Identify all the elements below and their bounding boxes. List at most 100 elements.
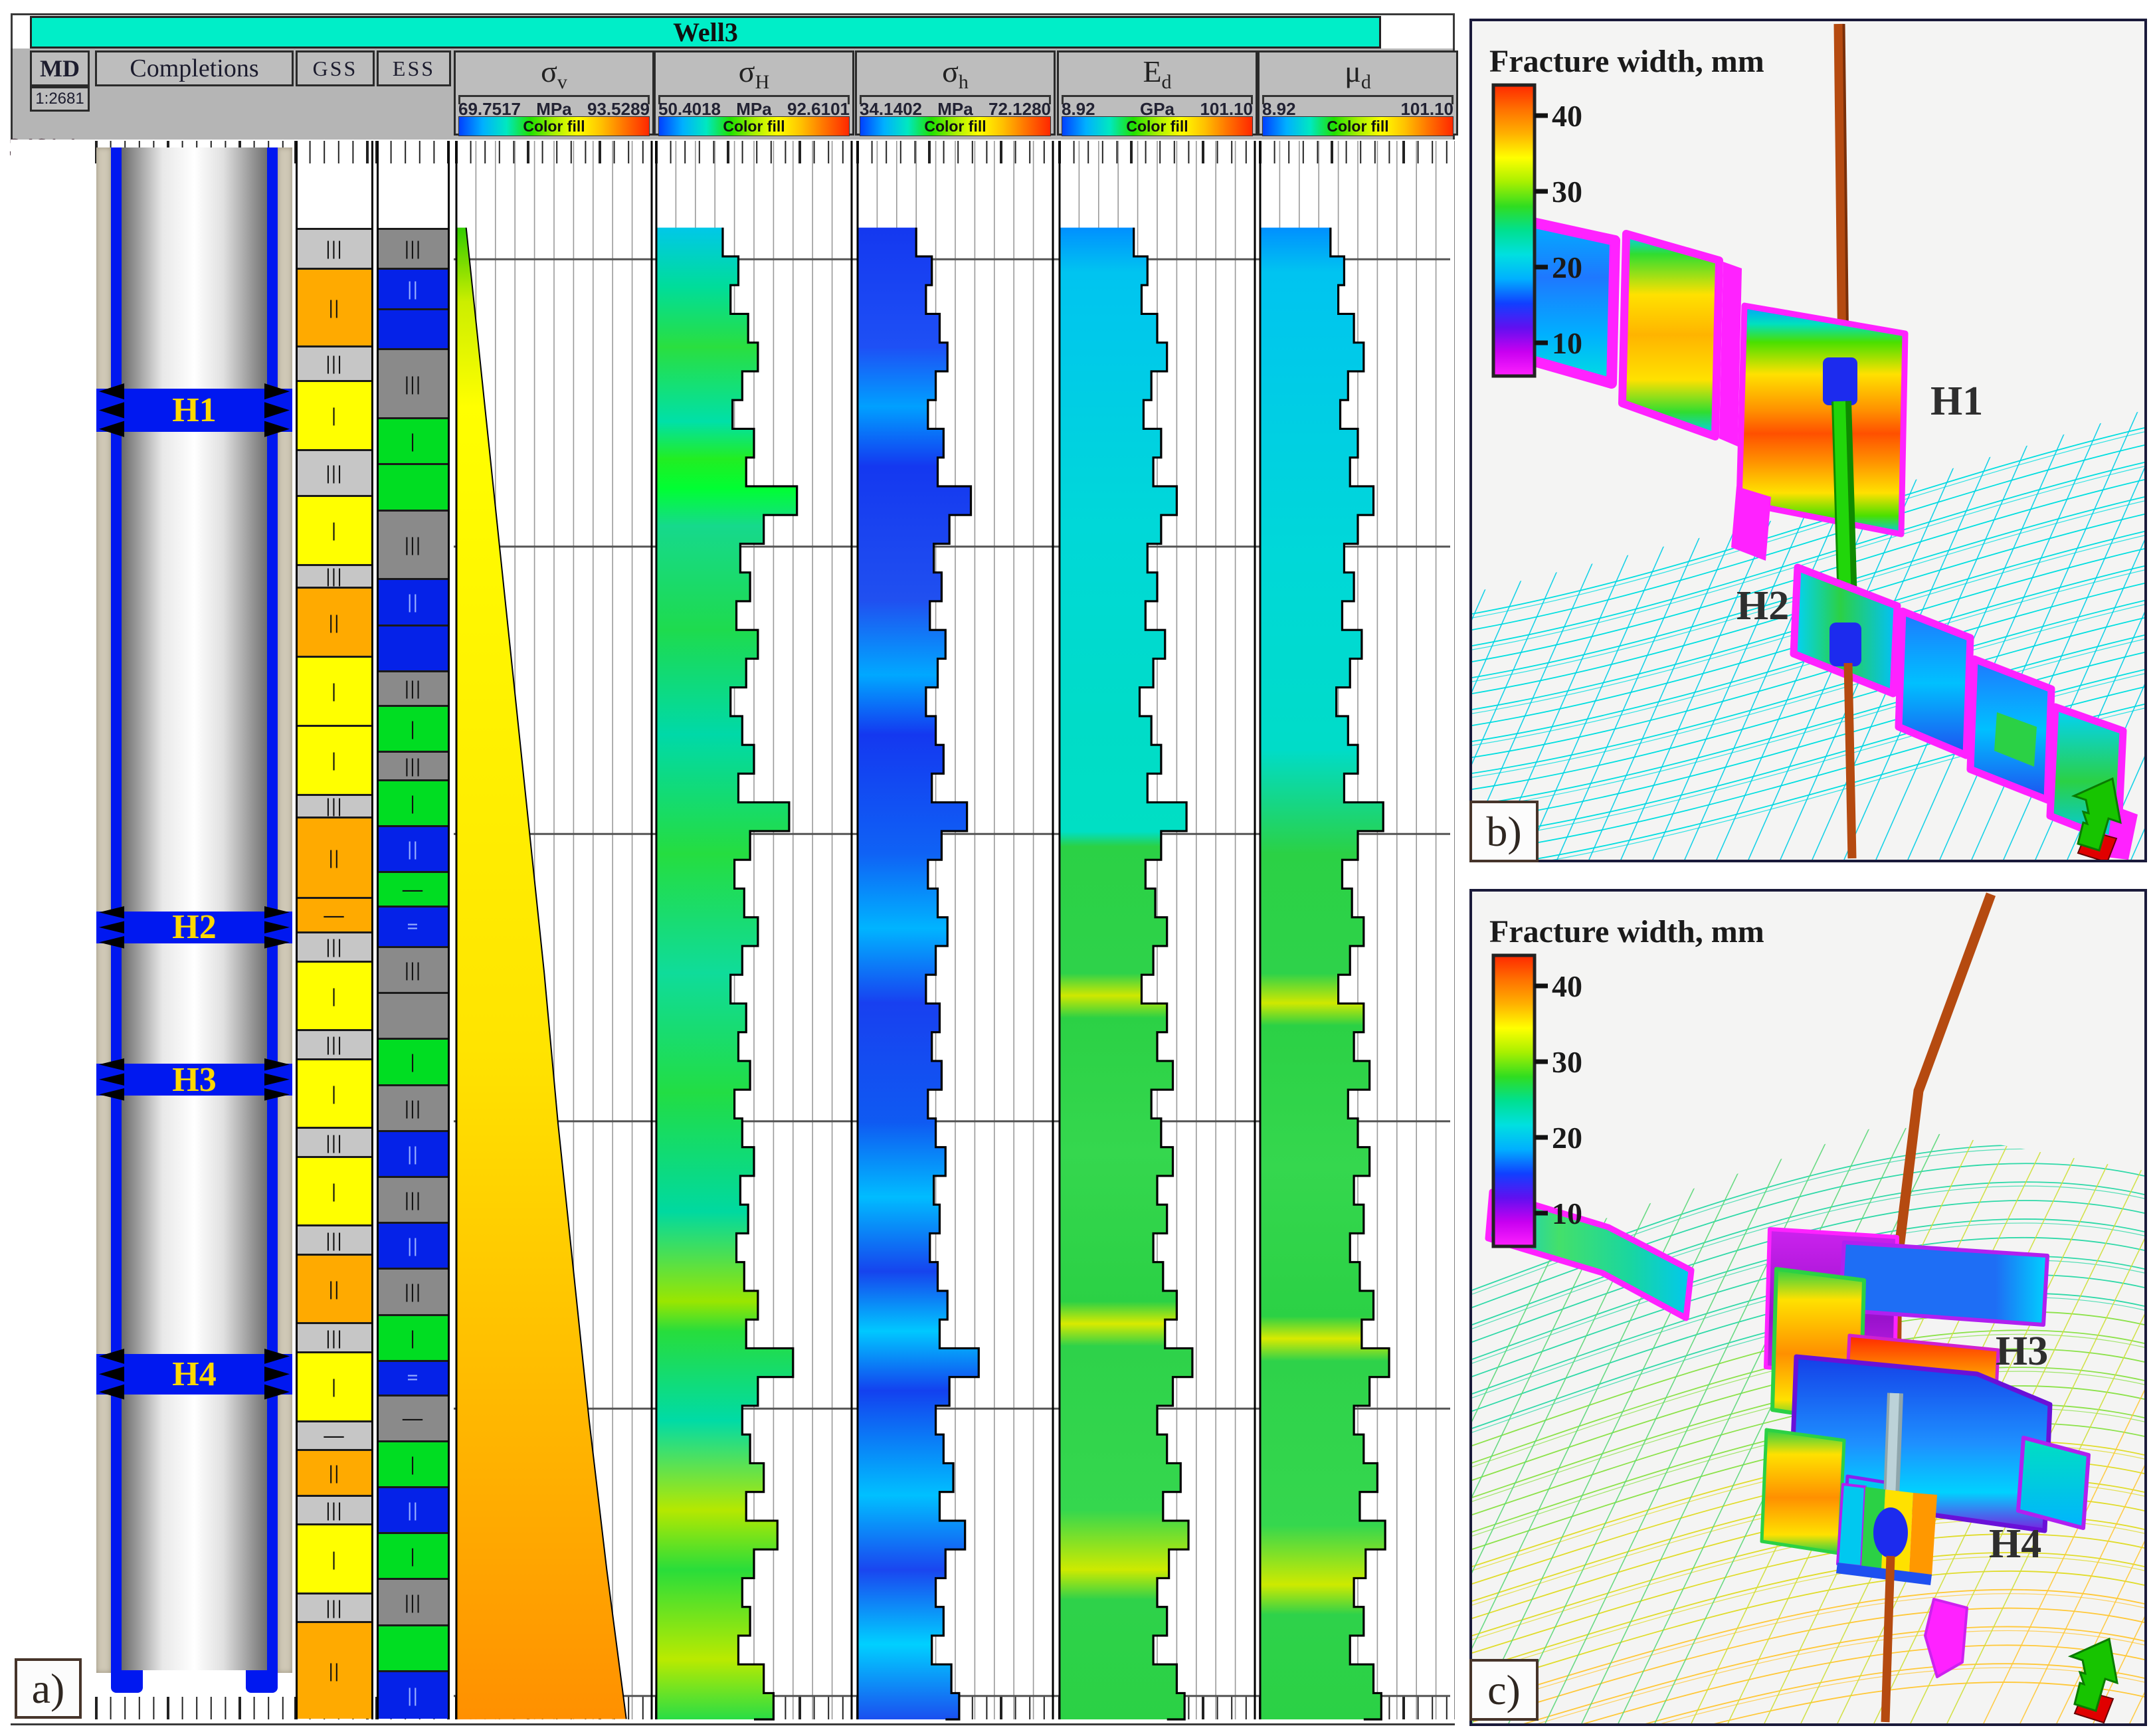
packer-H4 <box>1873 1507 1908 1558</box>
legend-tick-label: 10 <box>1552 326 1582 360</box>
gssCol-block: || <box>298 268 371 345</box>
gssCol-block: | <box>298 495 371 564</box>
gssCol-block: ||| <box>298 449 371 495</box>
essCol-block: ||| <box>379 1084 448 1130</box>
essCol-block: || <box>379 1222 448 1268</box>
viewport-b-scene: H1H2Fracture width, mm40302010 <box>1472 21 2144 860</box>
gssCol-block: ||| <box>298 1127 371 1155</box>
scale-arrow-line <box>860 95 1051 97</box>
gssCol-block: ||| <box>298 1029 371 1058</box>
perforation-arrows <box>264 905 294 950</box>
panel-b-label: b) <box>1469 801 1539 862</box>
essCol-block: ||| <box>379 1578 448 1624</box>
gssCol-block: — <box>298 1420 371 1449</box>
perforation-zone-H3[interactable]: H3 <box>96 1064 292 1096</box>
essCol-block: || <box>379 825 448 871</box>
track-header-sigma_v[interactable]: σv 69.7517 MPa 93.5289 Color fill <box>454 50 654 136</box>
essCol-block <box>379 1624 448 1670</box>
gssCol-block: | <box>298 725 371 794</box>
perforation-zone-H1[interactable]: H1 <box>96 389 292 432</box>
gssCol-block: | <box>298 380 371 449</box>
casing-shoe-right <box>246 1670 278 1693</box>
track-header-mu_d[interactable]: μd 8.92 101.10 Color fill <box>1258 50 1458 136</box>
perforation-arrows <box>264 1347 294 1401</box>
essCol-block: ||| <box>379 670 448 705</box>
color-fill-bar[interactable]: Color fill <box>658 116 850 136</box>
essCol-block: | <box>379 1038 448 1084</box>
essCol-block <box>379 308 448 349</box>
essCol-block: ||| <box>379 348 448 417</box>
essCol-block: || <box>379 1486 448 1532</box>
gssCol-block: || <box>298 1449 371 1495</box>
essCol-block: || <box>379 268 448 308</box>
legend-tick-label: 20 <box>1552 1121 1582 1155</box>
essCol-block: ||| <box>379 510 448 579</box>
ess-header[interactable]: ESS <box>377 50 451 86</box>
track-header-sigma_h[interactable]: σh 34.1402 MPa 72.1280 Color fill <box>855 50 1056 136</box>
gssCol-block: ||| <box>298 228 371 268</box>
color-fill-bar[interactable]: Color fill <box>458 116 650 136</box>
color-fill-bar[interactable]: Color fill <box>1262 116 1453 136</box>
color-fill-bar[interactable]: Color fill <box>860 116 1051 136</box>
color-fill-label: Color fill <box>1126 118 1188 136</box>
fracture-3d-viewport-c[interactable]: H3H4Fracture width, mm40302010 <box>1469 889 2147 1726</box>
completions-header[interactable]: Completions <box>95 50 294 86</box>
md-header[interactable]: MD <box>30 50 90 86</box>
perforation-arrows <box>264 382 294 438</box>
essCol-block: = <box>379 906 448 946</box>
color-fill-label: Color fill <box>523 118 585 136</box>
track-header-E_d[interactable]: Ed 8.92 GPa 101.10 Color fill <box>1057 50 1258 136</box>
legend-tick-label: 20 <box>1552 250 1582 284</box>
scale-arrow-line <box>458 95 650 97</box>
essCol-block: ||| <box>379 1176 448 1222</box>
well-title-banner: Well3 <box>30 16 1381 48</box>
essCol-block: ||| <box>379 1268 448 1313</box>
essCol-block: — <box>379 1395 448 1440</box>
essCol-block: | <box>379 1440 448 1486</box>
gssCol-block: ||| <box>298 345 371 380</box>
essCol-block: = <box>379 1360 448 1395</box>
legend-tick-label: 30 <box>1552 175 1582 209</box>
perforation-zone-H2[interactable]: H2 <box>96 912 292 943</box>
track-title: σv <box>456 54 652 94</box>
color-fill-label: Color fill <box>924 118 986 136</box>
gssCol-block: ||| <box>298 564 371 587</box>
perforation-zone-H4[interactable]: H4 <box>96 1354 292 1395</box>
essCol-block <box>379 463 448 509</box>
gssCol-block: | <box>298 1523 371 1592</box>
gssCol-block: || <box>298 1254 371 1323</box>
gssCol-block: | <box>298 961 371 1030</box>
panel-c-label: c) <box>1469 1659 1539 1721</box>
track-title: σh <box>857 54 1054 94</box>
color-fill-label: Color fill <box>1327 118 1388 136</box>
color-fill-bar[interactable]: Color fill <box>1062 116 1253 136</box>
packer-H1 <box>1823 357 1857 405</box>
track-title: σH <box>656 54 852 94</box>
legend-tick-label: 40 <box>1552 99 1582 133</box>
track-header-sigma_H[interactable]: σH 50.4018 MPa 92.6101 Color fill <box>654 50 854 136</box>
scale-arrow-line <box>1062 95 1253 97</box>
gssCol-block: ||| <box>298 1495 371 1523</box>
essCol-block: | <box>379 1532 448 1578</box>
fracture-3d-viewport-b[interactable]: H1H2Fracture width, mm40302010 <box>1469 19 2147 862</box>
legend-title: Fracture width, mm <box>1489 44 1764 79</box>
well-log-application: Well3 MD 1:2681 Completions GSS ESS 3461… <box>0 0 2155 1736</box>
essCol-block: ||| <box>379 751 448 779</box>
essCol-block: | <box>379 417 448 463</box>
gssCol-block: ||| <box>298 1322 371 1351</box>
perforation-arrows <box>95 905 124 950</box>
legend-tick-label: 30 <box>1552 1045 1582 1079</box>
essCol-block: || <box>379 1670 448 1719</box>
gssCol-block: ||| <box>298 931 371 960</box>
gssCol-block: ||| <box>298 1224 371 1253</box>
gssCol-block: || <box>298 817 371 897</box>
essCol-block: || <box>379 578 448 624</box>
gssCol-block: | <box>298 1351 371 1420</box>
gss-header[interactable]: GSS <box>296 50 375 86</box>
gssCol-block: | <box>298 656 371 725</box>
viewport-c-scene: H3H4Fracture width, mm40302010 <box>1472 892 2144 1723</box>
essCol-block: | <box>379 779 448 825</box>
track-title: μd <box>1260 54 1456 94</box>
wellbore-lower <box>1885 1556 1891 1722</box>
perforation-arrows <box>95 382 124 438</box>
